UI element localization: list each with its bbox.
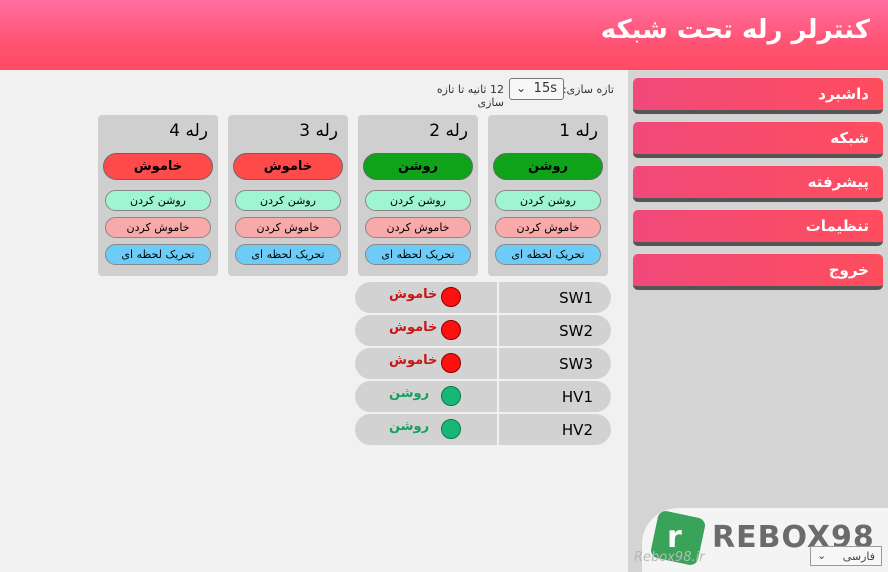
turn-on-button[interactable]: روشن کردن — [365, 190, 471, 211]
table-row: SW2 خاموش — [355, 315, 611, 346]
language-select[interactable]: فارسی ⌄ — [810, 546, 882, 566]
turn-on-button[interactable]: روشن کردن — [495, 190, 601, 211]
app-header: کنترلر رله تحت شبکه — [0, 0, 888, 70]
turn-on-button[interactable]: روشن کردن — [235, 190, 341, 211]
input-name: SW3 — [559, 355, 593, 373]
input-status: روشن — [389, 419, 430, 434]
turn-off-button[interactable]: خاموش کردن — [105, 217, 211, 238]
table-row: SW3 خاموش — [355, 348, 611, 379]
sidebar-item-logout[interactable]: خروج — [633, 254, 883, 290]
status-indicator-icon — [441, 353, 461, 373]
relay-card-4: رله 4 خاموش روشن کردن خاموش کردن تحریک ل… — [98, 115, 218, 276]
table-row: HV1 روشن — [355, 381, 611, 412]
relay-card-1: رله 1 روشن روشن کردن خاموش کردن تحریک لح… — [488, 115, 608, 276]
relay-name: رله 2 — [429, 121, 468, 141]
input-name: SW2 — [559, 322, 593, 340]
status-indicator-icon — [441, 419, 461, 439]
refresh-bar: تازه سازی: ⌄ 15s 12 ثانیه تا تازه سازی — [408, 78, 614, 109]
chevron-down-icon: ⌄ — [516, 81, 527, 95]
relay-card-2: رله 2 روشن روشن کردن خاموش کردن تحریک لح… — [358, 115, 478, 276]
pulse-button[interactable]: تحریک لحظه ای — [105, 244, 211, 265]
sidebar-item-network[interactable]: شبکه — [633, 122, 883, 158]
pulse-button[interactable]: تحریک لحظه ای — [235, 244, 341, 265]
status-indicator-icon — [441, 386, 461, 406]
refresh-interval-select[interactable]: ⌄ 15s — [509, 78, 564, 100]
relay-state-badge: روشن — [363, 153, 473, 180]
refresh-interval-value: 15s — [533, 81, 557, 96]
input-status: خاموش — [389, 353, 438, 368]
input-name: HV2 — [561, 421, 593, 439]
divider — [497, 381, 499, 412]
turn-off-button[interactable]: خاموش کردن — [365, 217, 471, 238]
table-row: SW1 خاموش — [355, 282, 611, 313]
refresh-label: تازه سازی: — [562, 83, 614, 96]
input-status: روشن — [389, 386, 430, 401]
input-name: HV1 — [561, 388, 593, 406]
relay-state-badge: خاموش — [233, 153, 343, 180]
divider — [497, 282, 499, 313]
turn-on-button[interactable]: روشن کردن — [105, 190, 211, 211]
sidebar-item-advanced[interactable]: پیشرفته — [633, 166, 883, 202]
status-indicator-icon — [441, 320, 461, 340]
relay-name: رله 4 — [169, 121, 208, 141]
sidebar-item-settings[interactable]: تنظیمات — [633, 210, 883, 246]
watermark-site: Rebox98.ir — [634, 550, 705, 565]
pulse-button[interactable]: تحریک لحظه ای — [495, 244, 601, 265]
divider — [497, 348, 499, 379]
divider — [497, 315, 499, 346]
pulse-button[interactable]: تحریک لحظه ای — [365, 244, 471, 265]
language-value: فارسی — [842, 550, 875, 563]
relay-card-3: رله 3 خاموش روشن کردن خاموش کردن تحریک ل… — [228, 115, 348, 276]
relay-name: رله 1 — [559, 121, 598, 141]
input-status: خاموش — [389, 320, 438, 335]
input-name: SW1 — [559, 289, 593, 307]
table-row: HV2 روشن — [355, 414, 611, 445]
chevron-down-icon: ⌄ — [817, 549, 827, 562]
countdown-value: 12 — [490, 83, 504, 96]
status-indicator-icon — [441, 287, 461, 307]
refresh-countdown: 12 ثانیه تا تازه سازی — [408, 83, 504, 109]
turn-off-button[interactable]: خاموش کردن — [235, 217, 341, 238]
divider — [497, 414, 499, 445]
relay-name: رله 3 — [299, 121, 338, 141]
input-status: خاموش — [389, 287, 438, 302]
relay-state-badge: خاموش — [103, 153, 213, 180]
page-title: کنترلر رله تحت شبکه — [600, 15, 870, 45]
relay-state-badge: روشن — [493, 153, 603, 180]
turn-off-button[interactable]: خاموش کردن — [495, 217, 601, 238]
sidebar-item-dashboard[interactable]: داشبرد — [633, 78, 883, 114]
sidebar: داشبرد شبکه پیشرفته تنظیمات خروج — [628, 70, 888, 572]
